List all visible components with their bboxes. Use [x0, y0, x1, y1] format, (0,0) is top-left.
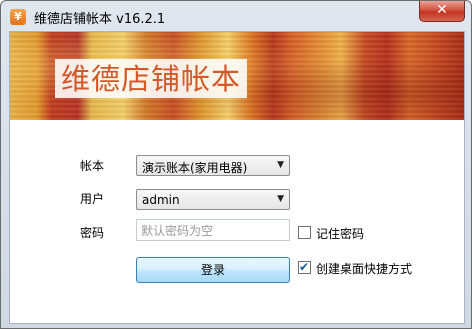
- chevron-down-icon: ▼: [277, 194, 284, 204]
- banner-title: 维德店铺帐本: [55, 59, 248, 98]
- chevron-down-icon: ▼: [277, 160, 284, 170]
- remember-password-checkbox[interactable]: [298, 226, 311, 239]
- password-field[interactable]: [136, 219, 290, 241]
- user-label: 用户: [80, 192, 105, 206]
- login-button[interactable]: 登录: [136, 257, 290, 283]
- password-label: 密码: [80, 226, 105, 240]
- user-select[interactable]: admin ▼: [136, 189, 290, 210]
- remember-password-label[interactable]: 记住密码: [316, 225, 364, 242]
- checkmark-icon: ✔: [299, 260, 310, 274]
- user-select-value: admin: [142, 193, 180, 207]
- title-bar[interactable]: ¥ 维德店铺帐本 v16.2.1 ✕: [1, 1, 471, 31]
- create-shortcut-checkbox[interactable]: ✔: [298, 260, 311, 274]
- client-area: 维德店铺帐本 帐本 演示账本(家用电器) ▼ 用户 admin ▼ 密码 记住密…: [9, 31, 465, 324]
- account-select-value: 演示账本(家用电器): [142, 161, 248, 175]
- app-yen-icon: ¥: [10, 9, 26, 25]
- account-select[interactable]: 演示账本(家用电器) ▼: [136, 155, 290, 176]
- login-window: ¥ 维德店铺帐本 v16.2.1 ✕ 维德店铺帐本 帐本 演示账本(家用电器) …: [0, 0, 472, 329]
- password-input[interactable]: [141, 222, 287, 240]
- create-shortcut-label[interactable]: 创建桌面快捷方式: [316, 260, 412, 277]
- account-label: 帐本: [80, 159, 105, 173]
- banner-image: 维德店铺帐本: [10, 32, 464, 120]
- close-button[interactable]: ✕: [419, 1, 465, 22]
- window-title: 维德店铺帐本 v16.2.1: [34, 12, 166, 27]
